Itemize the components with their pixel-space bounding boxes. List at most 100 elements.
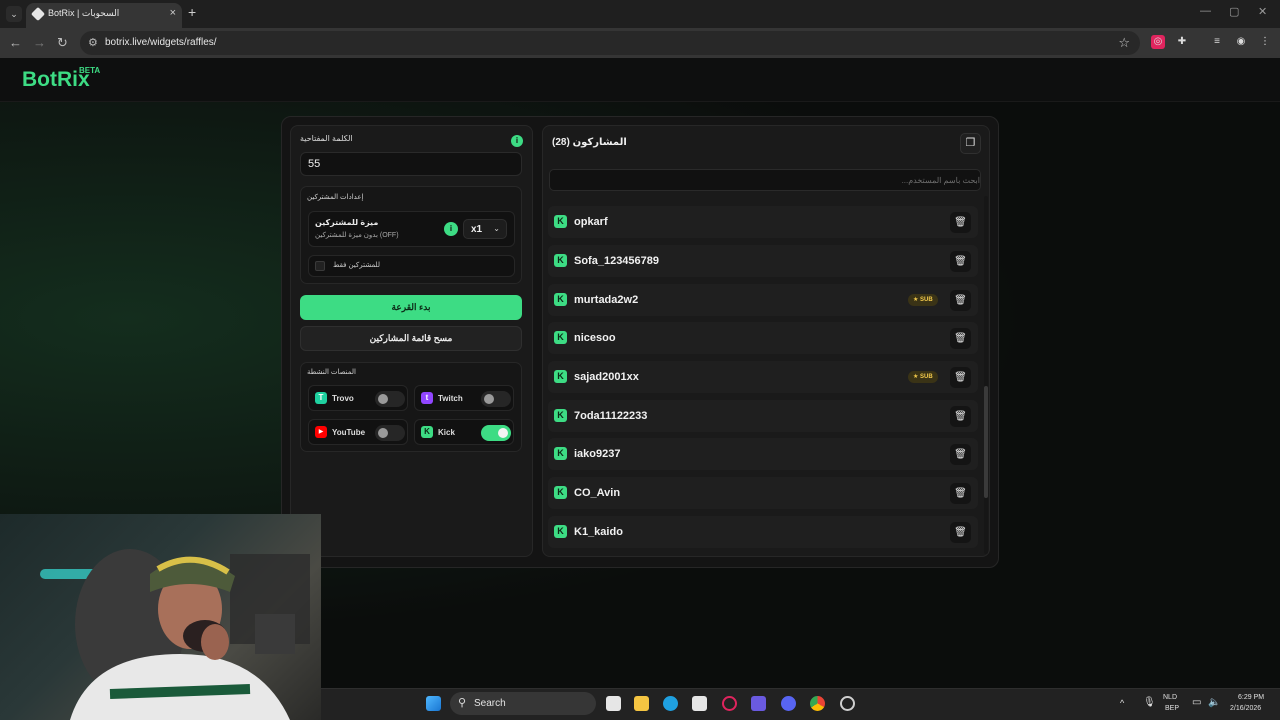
file-explorer-icon[interactable] bbox=[634, 696, 649, 711]
new-tab-icon[interactable]: + bbox=[188, 4, 196, 20]
browser-tab-bar: ⌄ BotRix | السحوبات × + — ▢ ✕ bbox=[0, 0, 1280, 28]
delete-participant-icon[interactable]: 🗑 bbox=[950, 522, 971, 543]
delete-participant-icon[interactable]: 🗑 bbox=[950, 406, 971, 427]
participant-name: CO_Avin bbox=[574, 487, 621, 499]
twitch-icon: t bbox=[421, 392, 433, 404]
participant-name: sajad2001xx bbox=[574, 371, 639, 383]
clear-participants-button[interactable]: مسح قائمة المشاركين bbox=[300, 326, 522, 351]
kick-icon: K bbox=[554, 447, 567, 460]
windows-start-icon[interactable] bbox=[426, 696, 441, 711]
active-platforms-title: المنصات النشطة bbox=[307, 369, 356, 376]
participant-scrollbar-thumb[interactable] bbox=[984, 386, 988, 498]
microphone-icon[interactable]: 🎙 bbox=[1143, 697, 1156, 708]
steam-icon[interactable] bbox=[840, 696, 855, 711]
kick-icon: K bbox=[421, 426, 433, 438]
discord-icon[interactable] bbox=[781, 696, 796, 711]
participant-row: K CO_Avin 🗑 bbox=[548, 477, 978, 509]
participant-row: Kopkarf 🗑 bbox=[548, 206, 978, 238]
tab-close-icon[interactable]: × bbox=[170, 7, 176, 19]
subscriber-perk-subtitle: بدون ميزة للمشتركين (OFF) bbox=[315, 232, 399, 239]
clock-date[interactable]: 2/16/2026 bbox=[1230, 705, 1261, 712]
kick-icon: K bbox=[554, 331, 567, 344]
delete-participant-icon[interactable]: 🗑 bbox=[950, 212, 971, 233]
taskbar-search-label: Search bbox=[474, 698, 506, 709]
multiplier-select[interactable]: x1 ⌄ bbox=[463, 219, 507, 239]
network-icon[interactable]: ▭ bbox=[1192, 697, 1201, 708]
delete-participant-icon[interactable]: 🗑 bbox=[950, 444, 971, 465]
participant-name: 7oda11122233 bbox=[574, 410, 648, 422]
volume-icon[interactable]: 🔈 bbox=[1208, 697, 1220, 708]
kick-icon: K bbox=[554, 409, 567, 422]
store-icon[interactable] bbox=[692, 696, 707, 711]
kick-toggle[interactable] bbox=[481, 425, 511, 441]
twitch-toggle[interactable] bbox=[481, 391, 511, 407]
webcam-image bbox=[40, 549, 310, 720]
minimize-icon[interactable]: — bbox=[1200, 5, 1211, 17]
bookmark-star-icon[interactable]: ☆ bbox=[1118, 35, 1130, 51]
extensions-puzzle-icon[interactable]: ✚ bbox=[1175, 35, 1189, 49]
delete-participant-icon[interactable]: 🗑 bbox=[950, 290, 971, 311]
tray-chevron-icon[interactable]: ^ bbox=[1120, 698, 1124, 708]
keyword-info-icon[interactable]: i bbox=[511, 135, 523, 147]
participant-row: Kiako9237 🗑 bbox=[548, 438, 978, 470]
chevron-down-icon: ⌄ bbox=[493, 224, 500, 233]
tab-title: BotRix | السحوبات bbox=[48, 8, 120, 18]
platform-name: Trovo bbox=[332, 394, 354, 403]
back-icon[interactable]: ← bbox=[9, 35, 22, 50]
tab-search-dropdown-icon[interactable]: ⌄ bbox=[6, 6, 22, 22]
participant-name: Sofa_123456789 bbox=[574, 255, 660, 267]
beta-badge: BETA bbox=[79, 66, 101, 75]
platform-youtube: ▶ YouTube bbox=[308, 419, 408, 445]
trovo-toggle[interactable] bbox=[375, 391, 405, 407]
delete-participant-icon[interactable]: 🗑 bbox=[950, 328, 971, 349]
sub-badge: ★ SUB bbox=[908, 294, 938, 306]
keyword-label: الكلمة المفتاحية bbox=[300, 134, 353, 143]
browser-tab[interactable]: BotRix | السحوبات × bbox=[26, 3, 182, 28]
site-info-icon[interactable]: ⚙ bbox=[88, 36, 98, 49]
delete-participant-icon[interactable]: 🗑 bbox=[950, 483, 971, 504]
platform-name: Kick bbox=[438, 428, 455, 437]
participant-name: murtada2w2 bbox=[574, 294, 639, 306]
copy-icon[interactable]: ❐ bbox=[960, 133, 981, 154]
profile-icon[interactable]: ◉ bbox=[1234, 35, 1248, 49]
platform-name: Twitch bbox=[438, 394, 463, 403]
clock-time[interactable]: 6:29 PM bbox=[1238, 694, 1264, 701]
participant-scrollbar-track[interactable] bbox=[984, 196, 988, 554]
platform-twitch: t Twitch bbox=[414, 385, 514, 411]
keyword-input[interactable] bbox=[300, 152, 522, 176]
edge-icon[interactable] bbox=[663, 696, 678, 711]
delete-participant-icon[interactable]: 🗑 bbox=[950, 367, 971, 388]
reading-list-icon[interactable]: ≡ bbox=[1210, 35, 1224, 49]
participant-row: Ksajad2001xx ★ SUB 🗑 bbox=[548, 361, 978, 393]
start-raffle-button[interactable]: بدء القرعة bbox=[300, 295, 522, 320]
task-view-icon[interactable] bbox=[606, 696, 621, 711]
close-window-icon[interactable]: ✕ bbox=[1258, 5, 1267, 18]
reload-icon[interactable]: ↻ bbox=[57, 35, 68, 51]
platform-kick: K Kick bbox=[414, 419, 514, 445]
keyboard-layout[interactable]: BEP bbox=[1165, 705, 1179, 712]
participant-name: opkarf bbox=[574, 216, 608, 228]
botrix-favicon-icon bbox=[30, 6, 46, 22]
browser-menu-icon[interactable]: ⋮ bbox=[1258, 35, 1272, 49]
youtube-toggle[interactable] bbox=[375, 425, 405, 441]
chrome-icon[interactable] bbox=[810, 696, 825, 711]
site-header: BotRix BETA bbox=[0, 58, 1280, 102]
subs-only-label: للمشتركين فقط bbox=[333, 262, 380, 269]
maximize-icon[interactable]: ▢ bbox=[1229, 5, 1239, 18]
participant-name: nicesoo bbox=[574, 332, 616, 344]
subscriber-settings-title: إعدادات المشتركين bbox=[307, 194, 364, 201]
kick-icon: K bbox=[554, 486, 567, 499]
delete-participant-icon[interactable]: 🗑 bbox=[950, 251, 971, 272]
app-icon[interactable] bbox=[751, 696, 766, 711]
extension-icon[interactable]: ◎ bbox=[1151, 35, 1165, 49]
participant-row: Knicesoo 🗑 bbox=[548, 322, 978, 354]
participant-search-input[interactable] bbox=[549, 169, 981, 191]
kick-icon: K bbox=[554, 254, 567, 267]
address-bar[interactable]: ⚙ botrix.live/widgets/raffles/ ☆ bbox=[80, 31, 1140, 55]
forward-icon[interactable]: → bbox=[33, 35, 46, 50]
subs-only-checkbox[interactable] bbox=[315, 261, 325, 271]
taskbar-search[interactable]: ⚲ Search bbox=[450, 692, 596, 715]
opera-icon[interactable] bbox=[722, 696, 737, 711]
perk-info-icon[interactable]: i bbox=[444, 222, 458, 236]
language-indicator[interactable]: NLD bbox=[1163, 694, 1177, 701]
